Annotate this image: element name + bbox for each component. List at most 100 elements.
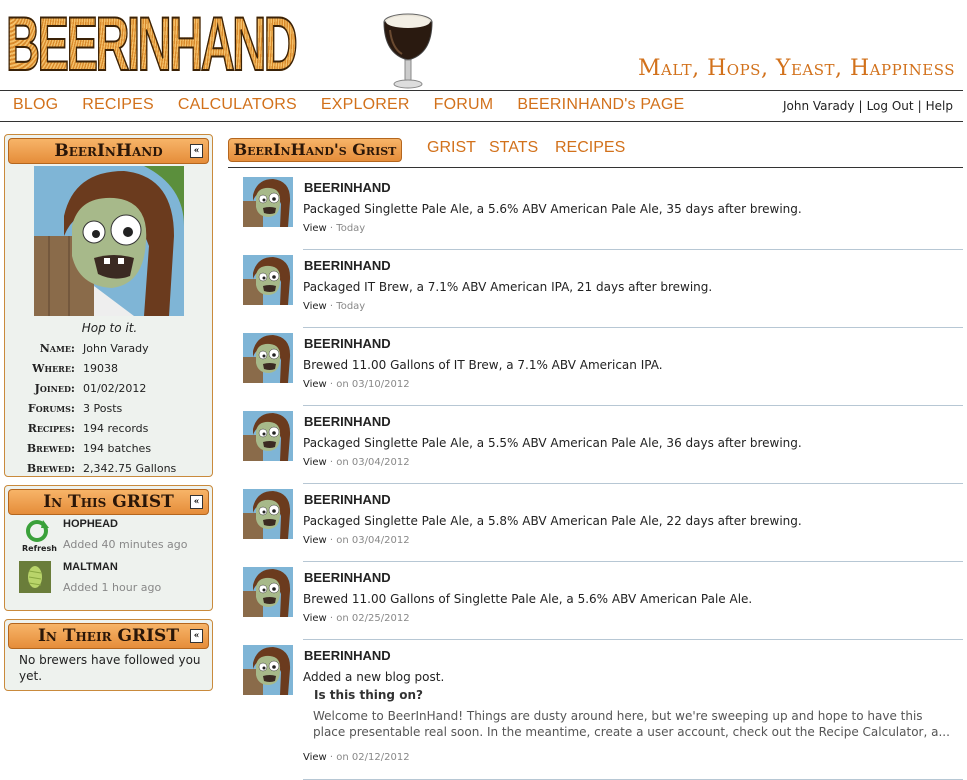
feed-meta: View · Today xyxy=(303,301,365,312)
profile-panel-header: BeerInHand « xyxy=(8,138,209,164)
feed-item: BEERINHAND Packaged Singlette Pale Ale, a… xyxy=(243,484,963,562)
follow-item[interactable]: Refresh HOPHEAD Added 40 minutes ago xyxy=(19,518,209,558)
view-link[interactable]: View xyxy=(303,535,327,546)
nav-explorer[interactable]: EXPLORER xyxy=(321,96,410,114)
nav-blog[interactable]: BLOG xyxy=(13,96,58,114)
profile-value: 01/02/2012 xyxy=(83,382,147,395)
follow-name[interactable]: HOPHEAD xyxy=(63,518,118,530)
feed-item: BEERINHAND Packaged Singlette Pale Ale, a… xyxy=(243,406,963,484)
in-their-grist-header: In Their GRIST « xyxy=(8,623,209,649)
tab-recipes[interactable]: RECIPES xyxy=(555,139,625,157)
feed-text: Brewed 11.00 Gallons of IT Brew, a 7.1% … xyxy=(303,358,663,372)
feed-item: BEERINHAND Packaged Singlette Pale Ale, a… xyxy=(243,172,963,250)
avatar xyxy=(243,645,293,695)
feed-user-name[interactable]: BEERINHAND xyxy=(304,492,391,507)
profile-details: Name: John Varady Where: 19038 Joined: 01/0… xyxy=(5,341,214,481)
in-this-grist-panel: In This GRIST « Refresh HOPHEAD Added 40… xyxy=(4,485,213,611)
profile-row: Where: 19038 xyxy=(5,361,214,381)
hops-thumbnail xyxy=(19,561,51,593)
feed-user-name[interactable]: BEERINHAND xyxy=(304,570,391,585)
profile-value: 2,342.75 Gallons xyxy=(83,462,177,475)
feed-item: BEERINHAND Brewed 11.00 Gallons of IT Bre… xyxy=(243,328,963,406)
follow-item[interactable]: MALTMAN Added 1 hour ago xyxy=(19,561,209,601)
feed-meta: View · on 03/10/2012 xyxy=(303,379,410,390)
collapse-icon[interactable]: « xyxy=(190,144,203,158)
tab-grist[interactable]: GRIST xyxy=(427,139,476,157)
tab-stats[interactable]: STATS xyxy=(489,139,538,157)
profile-value: John Varady xyxy=(83,342,149,355)
feed-body: BEERINHAND Brewed 11.00 Gallons of IT Bre… xyxy=(303,328,963,406)
feed-meta: View · on 02/25/2012 xyxy=(303,613,410,624)
meta-separator: · xyxy=(329,752,334,763)
collapse-icon[interactable]: « xyxy=(190,495,203,509)
nav-recipes[interactable]: RECIPES xyxy=(82,96,154,114)
feed-time: on 03/10/2012 xyxy=(336,379,410,390)
meta-separator: · xyxy=(329,535,334,546)
profile-row: Brewed: 194 batches xyxy=(5,441,214,461)
profile-row: Name: John Varady xyxy=(5,341,214,361)
in-their-grist-panel: In Their GRIST « No brewers have followe… xyxy=(4,619,213,691)
beer-glass-icon xyxy=(383,13,433,89)
view-link[interactable]: View xyxy=(303,457,327,468)
feed-time: on 03/04/2012 xyxy=(336,457,410,468)
user-name-link[interactable]: John Varady xyxy=(783,99,855,113)
help-link[interactable]: Help xyxy=(926,99,953,113)
blog-post-title[interactable]: Is this thing on? xyxy=(314,688,423,702)
meta-separator: · xyxy=(329,301,334,312)
nav-forum[interactable]: FORUM xyxy=(434,96,494,114)
feed-time: on 02/12/2012 xyxy=(336,752,410,763)
view-link[interactable]: View xyxy=(303,613,327,624)
profile-value: 194 batches xyxy=(83,442,152,455)
profile-row: Forums: 3 Posts xyxy=(5,401,214,421)
profile-panel: BeerInHand « Hop to it. Name: John Varady… xyxy=(4,134,213,477)
feed-user-name[interactable]: BEERINHAND xyxy=(304,414,391,429)
view-link[interactable]: View xyxy=(303,752,327,763)
follow-name[interactable]: MALTMAN xyxy=(63,561,118,573)
feed-meta: View · on 03/04/2012 xyxy=(303,535,410,546)
activity-feed: BEERINHAND Packaged Singlette Pale Ale, a… xyxy=(243,172,963,780)
tab-my-grist[interactable]: BeerInHand's Grist xyxy=(228,138,402,162)
nav-my-page[interactable]: BEERINHAND's PAGE xyxy=(517,96,684,114)
profile-label: Joined: xyxy=(34,382,75,395)
feed-text: Packaged Singlette Pale Ale, a 5.6% ABV … xyxy=(303,202,802,216)
feed-time: on 03/04/2012 xyxy=(336,535,410,546)
feed-body: BEERINHAND Packaged Singlette Pale Ale, a… xyxy=(303,484,963,562)
profile-label: Brewed: xyxy=(26,462,75,475)
profile-label: Name: xyxy=(39,342,75,355)
feed-text: Packaged IT Brew, a 7.1% ABV American IP… xyxy=(303,280,713,294)
feed-body: BEERINHAND Brewed 11.00 Gallons of Single… xyxy=(303,562,963,640)
feed-item: BEERINHAND Packaged IT Brew, a 7.1% ABV A… xyxy=(243,250,963,328)
in-this-grist-header: In This GRIST « xyxy=(8,489,209,515)
feed-body: BEERINHAND Added a new blog post. Is this … xyxy=(303,640,963,780)
site-header: BEERINHAND Malt, Hops, Yeast, Happiness xyxy=(0,0,967,92)
nav-calculators[interactable]: CALCULATORS xyxy=(178,96,297,114)
profile-row: Recipes: 194 records xyxy=(5,421,214,441)
avatar xyxy=(243,255,293,305)
profile-value: 194 records xyxy=(83,422,149,435)
site-logo[interactable]: BEERINHAND xyxy=(5,1,298,88)
logout-link[interactable]: Log Out xyxy=(867,99,914,113)
empty-message: No brewers have followed you yet. xyxy=(19,653,201,683)
profile-row: Joined: 01/02/2012 xyxy=(5,381,214,401)
profile-motto: Hop to it. xyxy=(81,321,138,335)
feed-meta: View · on 03/04/2012 xyxy=(303,457,410,468)
avatar xyxy=(243,333,293,383)
view-link[interactable]: View xyxy=(303,301,327,312)
profile-label: Forums: xyxy=(27,402,75,415)
feed-user-name[interactable]: BEERINHAND xyxy=(304,336,391,351)
view-link[interactable]: View xyxy=(303,379,327,390)
site-tagline: Malt, Hops, Yeast, Happiness xyxy=(638,56,955,81)
main-nav: BLOG RECIPES CALCULATORS EXPLORER FORUM … xyxy=(0,90,963,122)
feed-user-name[interactable]: BEERINHAND xyxy=(304,258,391,273)
feed-body: BEERINHAND Packaged IT Brew, a 7.1% ABV A… xyxy=(303,250,963,328)
meta-separator: · xyxy=(329,223,334,234)
in-their-grist-title: In Their GRIST xyxy=(37,626,179,646)
feed-meta: View · on 02/12/2012 xyxy=(303,752,410,763)
feed-text: Added a new blog post. xyxy=(303,670,445,684)
feed-user-name[interactable]: BEERINHAND xyxy=(304,180,391,195)
view-link[interactable]: View xyxy=(303,223,327,234)
grist-tabs: BeerInHand's Grist GRIST STATS RECIPES xyxy=(228,136,963,168)
collapse-icon[interactable]: « xyxy=(190,629,203,643)
feed-user-name[interactable]: BEERINHAND xyxy=(304,648,391,663)
avatar xyxy=(243,489,293,539)
